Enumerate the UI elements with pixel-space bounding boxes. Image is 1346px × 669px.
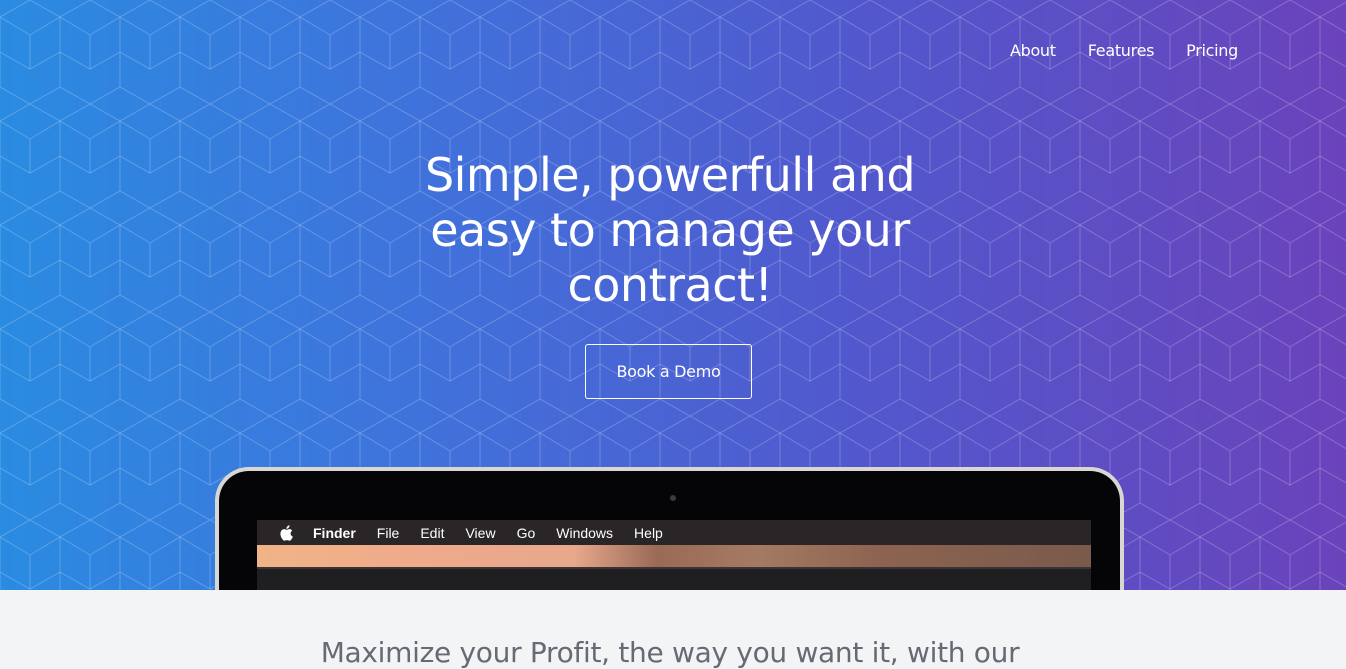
laptop-bezel: Finder File Edit View Go Windows Help — [219, 471, 1120, 590]
hero-headline-line-2: easy to manage your — [430, 203, 910, 257]
camera-icon — [670, 495, 676, 501]
menubar-item-windows: Windows — [556, 524, 614, 541]
hero-headline-line-1: Simple, powerfull and — [424, 148, 916, 202]
wallpaper-edge — [257, 567, 1091, 569]
laptop-screen: Finder File Edit View Go Windows Help — [257, 520, 1091, 590]
top-navigation: About Features Pricing — [978, 41, 1238, 60]
menubar-item-finder: Finder — [313, 524, 356, 541]
hero-section: About Features Pricing Simple, powerfull… — [0, 0, 1346, 590]
apple-logo-icon — [280, 524, 293, 541]
menubar-item-file: File — [376, 524, 400, 541]
menubar-item-help: Help — [634, 524, 663, 541]
nav-link-about[interactable]: About — [1010, 41, 1056, 60]
menubar-item-go: Go — [516, 524, 536, 541]
hero-headline-line-3: contract! — [567, 258, 774, 312]
desktop-wallpaper — [257, 545, 1091, 567]
menubar-item-edit: Edit — [420, 524, 445, 541]
section-subtitle: Maximize your Profit, the way you want i… — [320, 636, 1020, 669]
nav-link-pricing[interactable]: Pricing — [1186, 41, 1238, 60]
nav-link-features[interactable]: Features — [1088, 41, 1155, 60]
mac-menubar: Finder File Edit View Go Windows Help — [257, 520, 1091, 545]
hero-headline: Simple, powerfull and easy to manage you… — [0, 148, 1340, 313]
menubar-item-view: View — [465, 524, 496, 541]
book-demo-button[interactable]: Book a Demo — [585, 344, 752, 399]
laptop-mockup: Finder File Edit View Go Windows Help — [215, 467, 1124, 590]
